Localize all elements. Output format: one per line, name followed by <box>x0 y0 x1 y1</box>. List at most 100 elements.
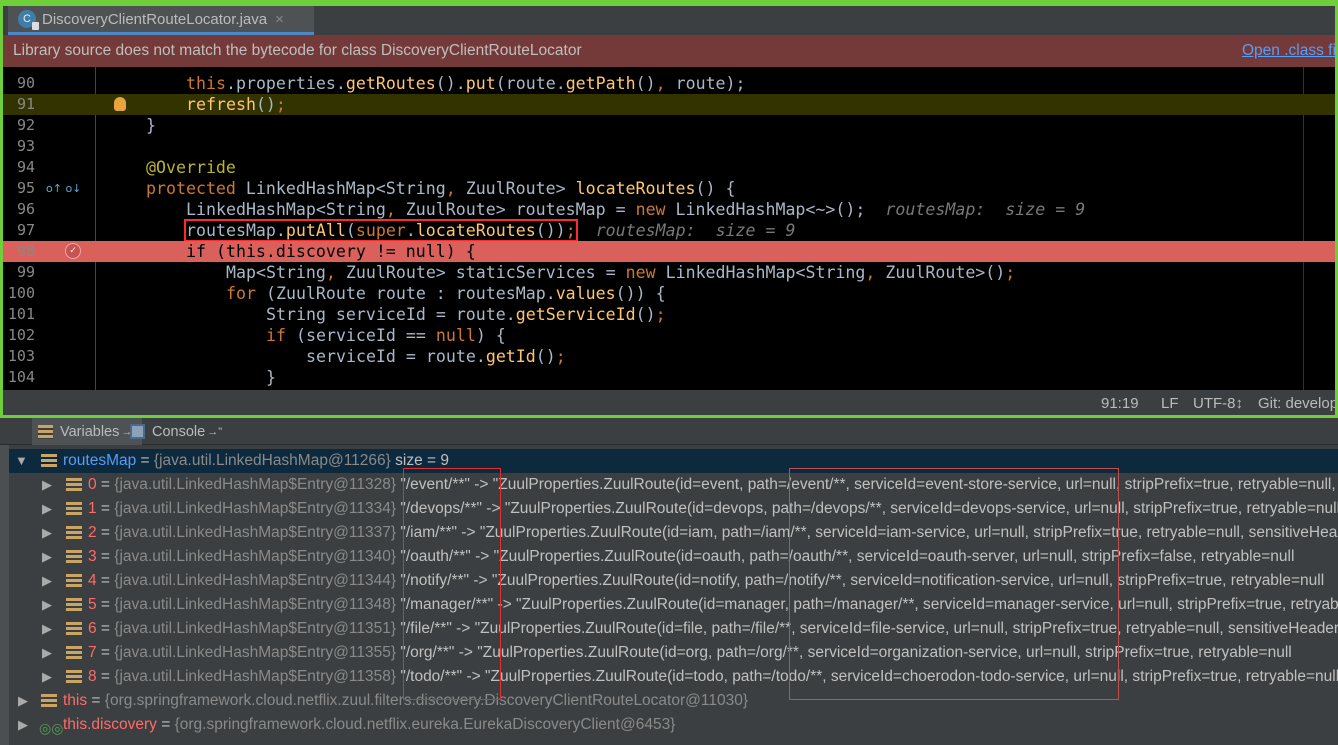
caret-position[interactable]: 91:19 <box>1101 390 1139 415</box>
code-editor[interactable]: 90 this.properties.getRoutes().put(route.… <box>3 67 1335 390</box>
line-number[interactable]: 94 <box>3 157 35 178</box>
editor-frame: C DiscoveryClientRouteLocator.java × Lib… <box>0 0 1338 418</box>
tab-console[interactable]: Console →" <box>124 418 228 445</box>
variable-routesmap[interactable]: ▼ routesMap = {java.util.LinkedHashMap@1… <box>9 449 1338 473</box>
code-text: Map<String, ZuulRoute> staticServices = … <box>226 262 1015 283</box>
line-number[interactable]: 95 <box>3 178 35 199</box>
expand-arrow-icon[interactable]: ▶ <box>42 497 52 521</box>
code-token: . <box>405 221 416 240</box>
breakpoint-icon[interactable]: ✓ <box>65 243 81 259</box>
line-number[interactable]: 92 <box>3 115 35 136</box>
expand-arrow-icon[interactable]: ▶ <box>42 617 52 641</box>
map-entry-row[interactable]: ▶ 2 = {java.util.LinkedHashMap$Entry@1133… <box>9 521 1338 545</box>
map-entry-row[interactable]: ▶ 4 = {java.util.LinkedHashMap$Entry@1134… <box>9 569 1338 593</box>
code-line[interactable]: 91 refresh(); <box>3 94 1335 115</box>
expand-arrow-icon[interactable]: ▶ <box>42 665 52 689</box>
editor-tab[interactable]: C DiscoveryClientRouteLocator.java × <box>8 6 314 35</box>
code-text: for (ZuulRoute route : routesMap.values(… <box>226 283 666 304</box>
expand-arrow-icon[interactable]: ▶ <box>42 521 52 545</box>
map-entry-row[interactable]: ▶ 7 = {java.util.LinkedHashMap$Entry@1135… <box>9 641 1338 665</box>
map-entry-row[interactable]: ▶ 5 = {java.util.LinkedHashMap$Entry@1134… <box>9 593 1338 617</box>
line-number[interactable]: 90 <box>3 73 35 94</box>
open-class-file-link[interactable]: Open .class fi <box>1242 35 1335 67</box>
expand-arrow-icon[interactable]: ▶ <box>42 569 52 593</box>
code-line[interactable]: 104} <box>3 367 1335 388</box>
map-entry-row[interactable]: ▶ 3 = {java.util.LinkedHashMap$Entry@1134… <box>9 545 1338 569</box>
map-entry-row[interactable]: ▶ 1 = {java.util.LinkedHashMap$Entry@1133… <box>9 497 1338 521</box>
expand-arrow-icon[interactable]: ▶ <box>42 473 52 497</box>
code-token: if <box>266 326 296 345</box>
file-encoding[interactable]: UTF-8↕ <box>1193 390 1243 415</box>
code-token: @Override <box>146 158 236 177</box>
code-token: () { <box>695 179 736 198</box>
code-line[interactable]: 99 Map<String, ZuulRoute> staticServices … <box>3 262 1335 283</box>
variable-this[interactable]: ▶ this = {org.springframework.cloud.netf… <box>9 689 1338 713</box>
line-number[interactable]: 100 <box>3 283 35 304</box>
code-token: super <box>355 221 406 240</box>
line-number[interactable]: 91 <box>3 94 35 115</box>
inline-debug-value: routesMap: size = 9 <box>885 200 1086 219</box>
code-text: @Override <box>146 157 236 178</box>
code-token: ZuulRoute>() <box>885 263 1006 282</box>
collapse-arrow-icon[interactable]: ▼ <box>15 449 28 473</box>
variable-this-discovery[interactable]: ▶ ◎◎ this.discovery = {org.springframewo… <box>9 713 1338 737</box>
close-icon[interactable]: × <box>275 11 284 28</box>
code-line[interactable]: 102 if (serviceId == null) { <box>3 325 1335 346</box>
line-number[interactable]: 99 <box>3 262 35 283</box>
map-entry-row[interactable]: ▶ 0 = {java.util.LinkedHashMap$Entry@1132… <box>9 473 1338 497</box>
line-number[interactable]: 103 <box>3 346 35 367</box>
code-token: ; <box>275 95 286 114</box>
expand-arrow-icon[interactable]: ▶ <box>42 641 52 665</box>
line-number[interactable]: 96 <box>3 199 35 220</box>
map-entry-row[interactable]: ▶ 8 = {java.util.LinkedHashMap$Entry@1135… <box>9 665 1338 689</box>
override-icon[interactable]: o↑ o↓ <box>46 178 81 199</box>
lightbulb-icon[interactable] <box>114 97 126 111</box>
line-number[interactable]: 102 <box>3 325 35 346</box>
code-line[interactable]: 97 routesMap.putAll(super.locateRoutes())… <box>3 219 1335 242</box>
expand-arrow-icon[interactable]: ▶ <box>18 713 28 737</box>
code-token: getServiceId <box>515 305 636 324</box>
line-number[interactable]: 97 <box>3 220 35 241</box>
code-token: LinkedHashMap<String <box>665 263 866 282</box>
line-separator[interactable]: LF <box>1161 390 1179 415</box>
code-line[interactable]: 96 LinkedHashMap<String, ZuulRoute> route… <box>3 199 1335 220</box>
variable-name: this.discovery <box>63 716 157 733</box>
pin-icon[interactable]: →" <box>207 426 222 438</box>
line-number[interactable]: 98 <box>3 241 35 262</box>
code-token: , <box>385 200 406 219</box>
code-token: getPath <box>565 74 636 93</box>
entry-value: "ZuulProperties.ZuulRoute(id=devops, pat… <box>504 500 1338 517</box>
vcs-branch[interactable]: Git: develop <box>1258 390 1335 415</box>
entry-index: 7 <box>88 644 97 661</box>
map-entry-row[interactable]: ▶ 6 = {java.util.LinkedHashMap$Entry@1135… <box>9 617 1338 641</box>
code-token: new <box>625 263 666 282</box>
entry-key: "/org/**" <box>400 644 455 661</box>
code-line[interactable]: 100 for (ZuulRoute route : routesMap.valu… <box>3 283 1335 304</box>
code-line[interactable]: 101 String serviceId = route.getServiceId… <box>3 304 1335 325</box>
code-line[interactable]: 95 protected LinkedHashMap<String, ZuulRo… <box>3 178 1335 199</box>
code-line[interactable]: 90 this.properties.getRoutes().put(route.… <box>3 73 1335 94</box>
entry-ref: {java.util.LinkedHashMap$Entry@11358} <box>114 668 397 685</box>
code-token: ZuulRoute> <box>465 179 576 198</box>
code-line[interactable]: 103 serviceId = route.getId(); <box>3 346 1335 367</box>
code-line[interactable]: 98 if (this.discovery != null) {✓ <box>3 241 1335 262</box>
entry-icon <box>66 622 82 636</box>
variables-tree[interactable]: ▼ routesMap = {java.util.LinkedHashMap@1… <box>9 445 1338 745</box>
line-number[interactable]: 101 <box>3 304 35 325</box>
code-line[interactable]: 93 <box>3 136 1335 157</box>
expand-arrow-icon[interactable]: ▶ <box>18 689 28 713</box>
expand-arrow-icon[interactable]: ▶ <box>42 593 52 617</box>
line-number[interactable]: 93 <box>3 136 35 157</box>
entry-value: "ZuulProperties.ZuulRoute(id=todo, path=… <box>485 668 1338 685</box>
code-line[interactable]: 94 @Override <box>3 157 1335 178</box>
code-token: ()) <box>535 221 566 240</box>
bytecode-mismatch-banner: Library source does not match the byteco… <box>3 35 1335 67</box>
code-text: this.properties.getRoutes().put(route.ge… <box>186 73 746 94</box>
line-number[interactable]: 104 <box>3 367 35 388</box>
expand-arrow-icon[interactable]: ▶ <box>42 545 52 569</box>
entry-key: "/manager/**" <box>400 596 494 613</box>
code-line[interactable]: 92} <box>3 115 1335 136</box>
entry-value: "ZuulProperties.ZuulRoute(id=event, path… <box>492 476 1338 493</box>
code-token: (serviceId == <box>295 326 436 345</box>
code-token: (); <box>835 200 866 219</box>
